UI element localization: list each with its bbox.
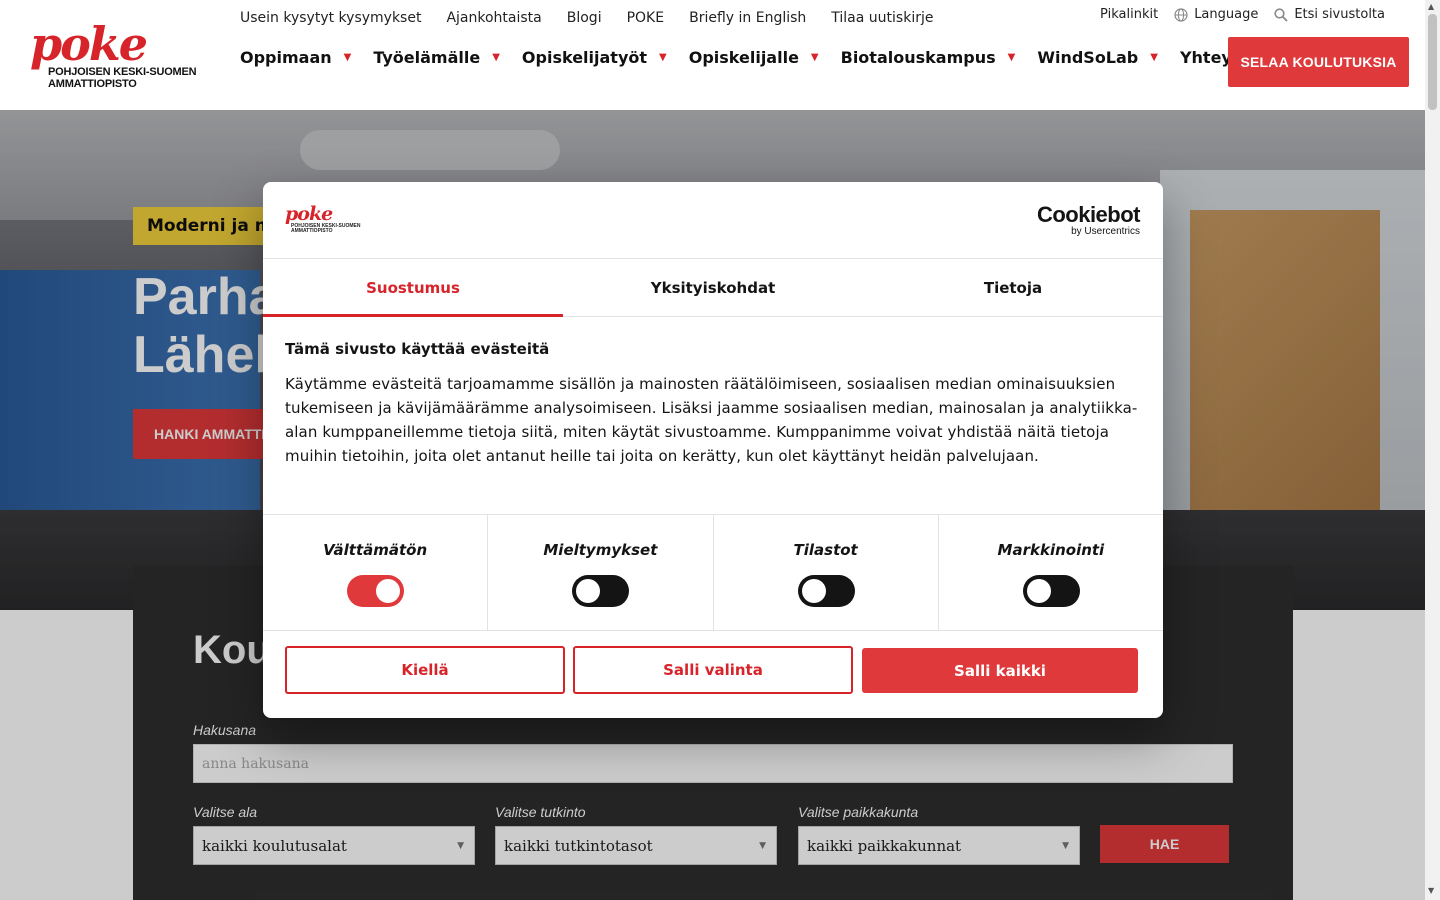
allow-selection-button[interactable]: Salli valinta (573, 646, 853, 694)
logo-line2: AMMATTIOPISTO (48, 78, 137, 90)
toggle-statistics[interactable] (797, 575, 855, 607)
category-preferences: Mieltymykset (488, 515, 714, 630)
toplink-faq[interactable]: Usein kysytyt kysymykset (240, 10, 421, 26)
scroll-down-icon[interactable]: ▼ (1428, 886, 1434, 895)
utility-links: Pikalinkit Language Etsi sivustolta (1100, 7, 1385, 22)
logo-wordmark: poke (30, 17, 148, 71)
nav-item-opiskelijalle[interactable]: Opiskelijalle ▼ (689, 48, 819, 67)
dialog-actions: Kiellä Salli valinta Salli kaikki (285, 646, 1141, 694)
toggle-marketing[interactable] (1022, 575, 1080, 607)
poke-logo[interactable]: poke POHJOISEN KESKI-SUOMEN AMMATTIOPIST… (30, 16, 200, 96)
allow-all-button[interactable]: Salli kaikki (862, 648, 1138, 693)
toplink-english[interactable]: Briefly in English (689, 10, 806, 26)
category-label: Tilastot (793, 541, 858, 559)
tab-details[interactable]: Yksityiskohdat (563, 259, 863, 316)
category-label: Välttämätön (323, 541, 428, 559)
top-links: Usein kysytyt kysymykset Ajankohtaista B… (240, 10, 933, 26)
site-search-label: Etsi sivustolta (1294, 7, 1385, 22)
tab-about[interactable]: Tietoja (863, 259, 1163, 316)
caret-down-icon: ▼ (810, 52, 819, 63)
dialog-description: Käytämme evästeitä tarjoamamme sisällön … (285, 375, 1138, 465)
scrollbar-thumb[interactable] (1428, 14, 1437, 110)
category-label: Markkinointi (997, 541, 1105, 559)
toggle-preferences[interactable] (572, 575, 630, 607)
nav-item-tyoelamalle[interactable]: Työelämälle ▼ (373, 48, 500, 67)
language-label: Language (1194, 7, 1259, 22)
nav-label: Yhteystiedot (1179, 48, 1230, 67)
dialog-logo-wordmark: poke (285, 203, 333, 225)
toplink-newsletter[interactable]: Tilaa uutiskirje (831, 10, 933, 26)
caret-down-icon: ▼ (492, 52, 500, 63)
nav-item-opiskelijatyot[interactable]: Opiskelijatyöt ▼ (522, 48, 667, 67)
nav-item-biotalouskampus[interactable]: Biotalouskampus ▼ (841, 48, 1016, 67)
nav-label: WindSoLab (1037, 48, 1139, 67)
quicklinks-label: Pikalinkit (1100, 7, 1159, 22)
scroll-up-icon[interactable]: ▲ (1428, 2, 1434, 11)
caret-down-icon: ▼ (1007, 52, 1016, 63)
toplink-news[interactable]: Ajankohtaista (446, 10, 541, 26)
nav-label: Työelämälle (373, 48, 481, 67)
nav-label: Opiskelijalle (688, 48, 799, 67)
search-icon (1274, 7, 1288, 22)
nav-item-oppimaan[interactable]: Oppimaan ▼ (240, 48, 351, 67)
caret-down-icon: ▼ (1150, 52, 1158, 63)
nav-item-windsolab[interactable]: WindSoLab ▼ (1037, 48, 1158, 67)
cookiebot-byline: by Usercentrics (1071, 226, 1140, 237)
category-label: Mieltymykset (543, 541, 658, 559)
nav-item-yhteystiedot[interactable]: Yhteystiedot (1180, 48, 1230, 67)
toggle-necessary[interactable] (347, 575, 405, 607)
logo-subtitle: POHJOISEN KESKI-SUOMEN AMMATTIOPISTO (48, 66, 197, 90)
globe-icon (1174, 7, 1188, 22)
page-scrollbar[interactable]: ▲ ▼ (1425, 0, 1440, 900)
dialog-header: poke POHJOISEN KESKI-SUOMEN AMMATTIOPIST… (263, 182, 1163, 259)
category-necessary: Välttämätön (263, 515, 489, 630)
quicklinks-link[interactable]: Pikalinkit (1100, 7, 1158, 22)
nav-label: Opiskelijatyöt (521, 48, 648, 67)
dialog-logo-line2: AMMATTIOPISTO (291, 228, 333, 234)
dialog-tabs: Suostumus Yksityiskohdat Tietoja (263, 259, 1163, 317)
deny-button[interactable]: Kiellä (285, 646, 565, 694)
consent-categories: Välttämätön Mieltymykset Tilastot Markki… (263, 514, 1163, 631)
toplink-blog[interactable]: Blogi (567, 10, 602, 26)
browse-trainings-button[interactable]: SELAA KOULUTUKSIA (1228, 37, 1409, 87)
category-statistics: Tilastot (714, 515, 939, 630)
cookiebot-wordmark: Cookiebot (1036, 202, 1141, 227)
dialog-poke-logo: poke POHJOISEN KESKI-SUOMEN AMMATTIOPIST… (285, 204, 360, 234)
cookie-consent-dialog: poke POHJOISEN KESKI-SUOMEN AMMATTIOPIST… (263, 182, 1163, 718)
logo-line1: POHJOISEN KESKI-SUOMEN (48, 66, 197, 78)
site-header: poke POHJOISEN KESKI-SUOMEN AMMATTIOPIST… (0, 0, 1425, 110)
tab-consent[interactable]: Suostumus (263, 259, 563, 317)
main-nav: Oppimaan ▼ Työelämälle ▼ Opiskelijatyöt ▼ O… (240, 48, 1230, 67)
caret-down-icon: ▼ (343, 52, 352, 63)
nav-label: Biotalouskampus (840, 48, 996, 67)
dialog-heading: Tämä sivusto käyttää evästeitä (285, 340, 550, 358)
category-marketing: Markkinointi (939, 515, 1163, 630)
cookiebot-logo[interactable]: Cookiebot by Usercentrics (1036, 202, 1141, 238)
language-link[interactable]: Language (1174, 7, 1258, 22)
toplink-poke[interactable]: POKE (627, 10, 665, 26)
caret-down-icon: ▼ (659, 52, 667, 63)
nav-label: Oppimaan (240, 48, 332, 67)
site-search-link[interactable]: Etsi sivustolta (1274, 7, 1385, 22)
dialog-body: Tämä sivusto käyttää evästeitä Käytämme … (285, 340, 1141, 468)
